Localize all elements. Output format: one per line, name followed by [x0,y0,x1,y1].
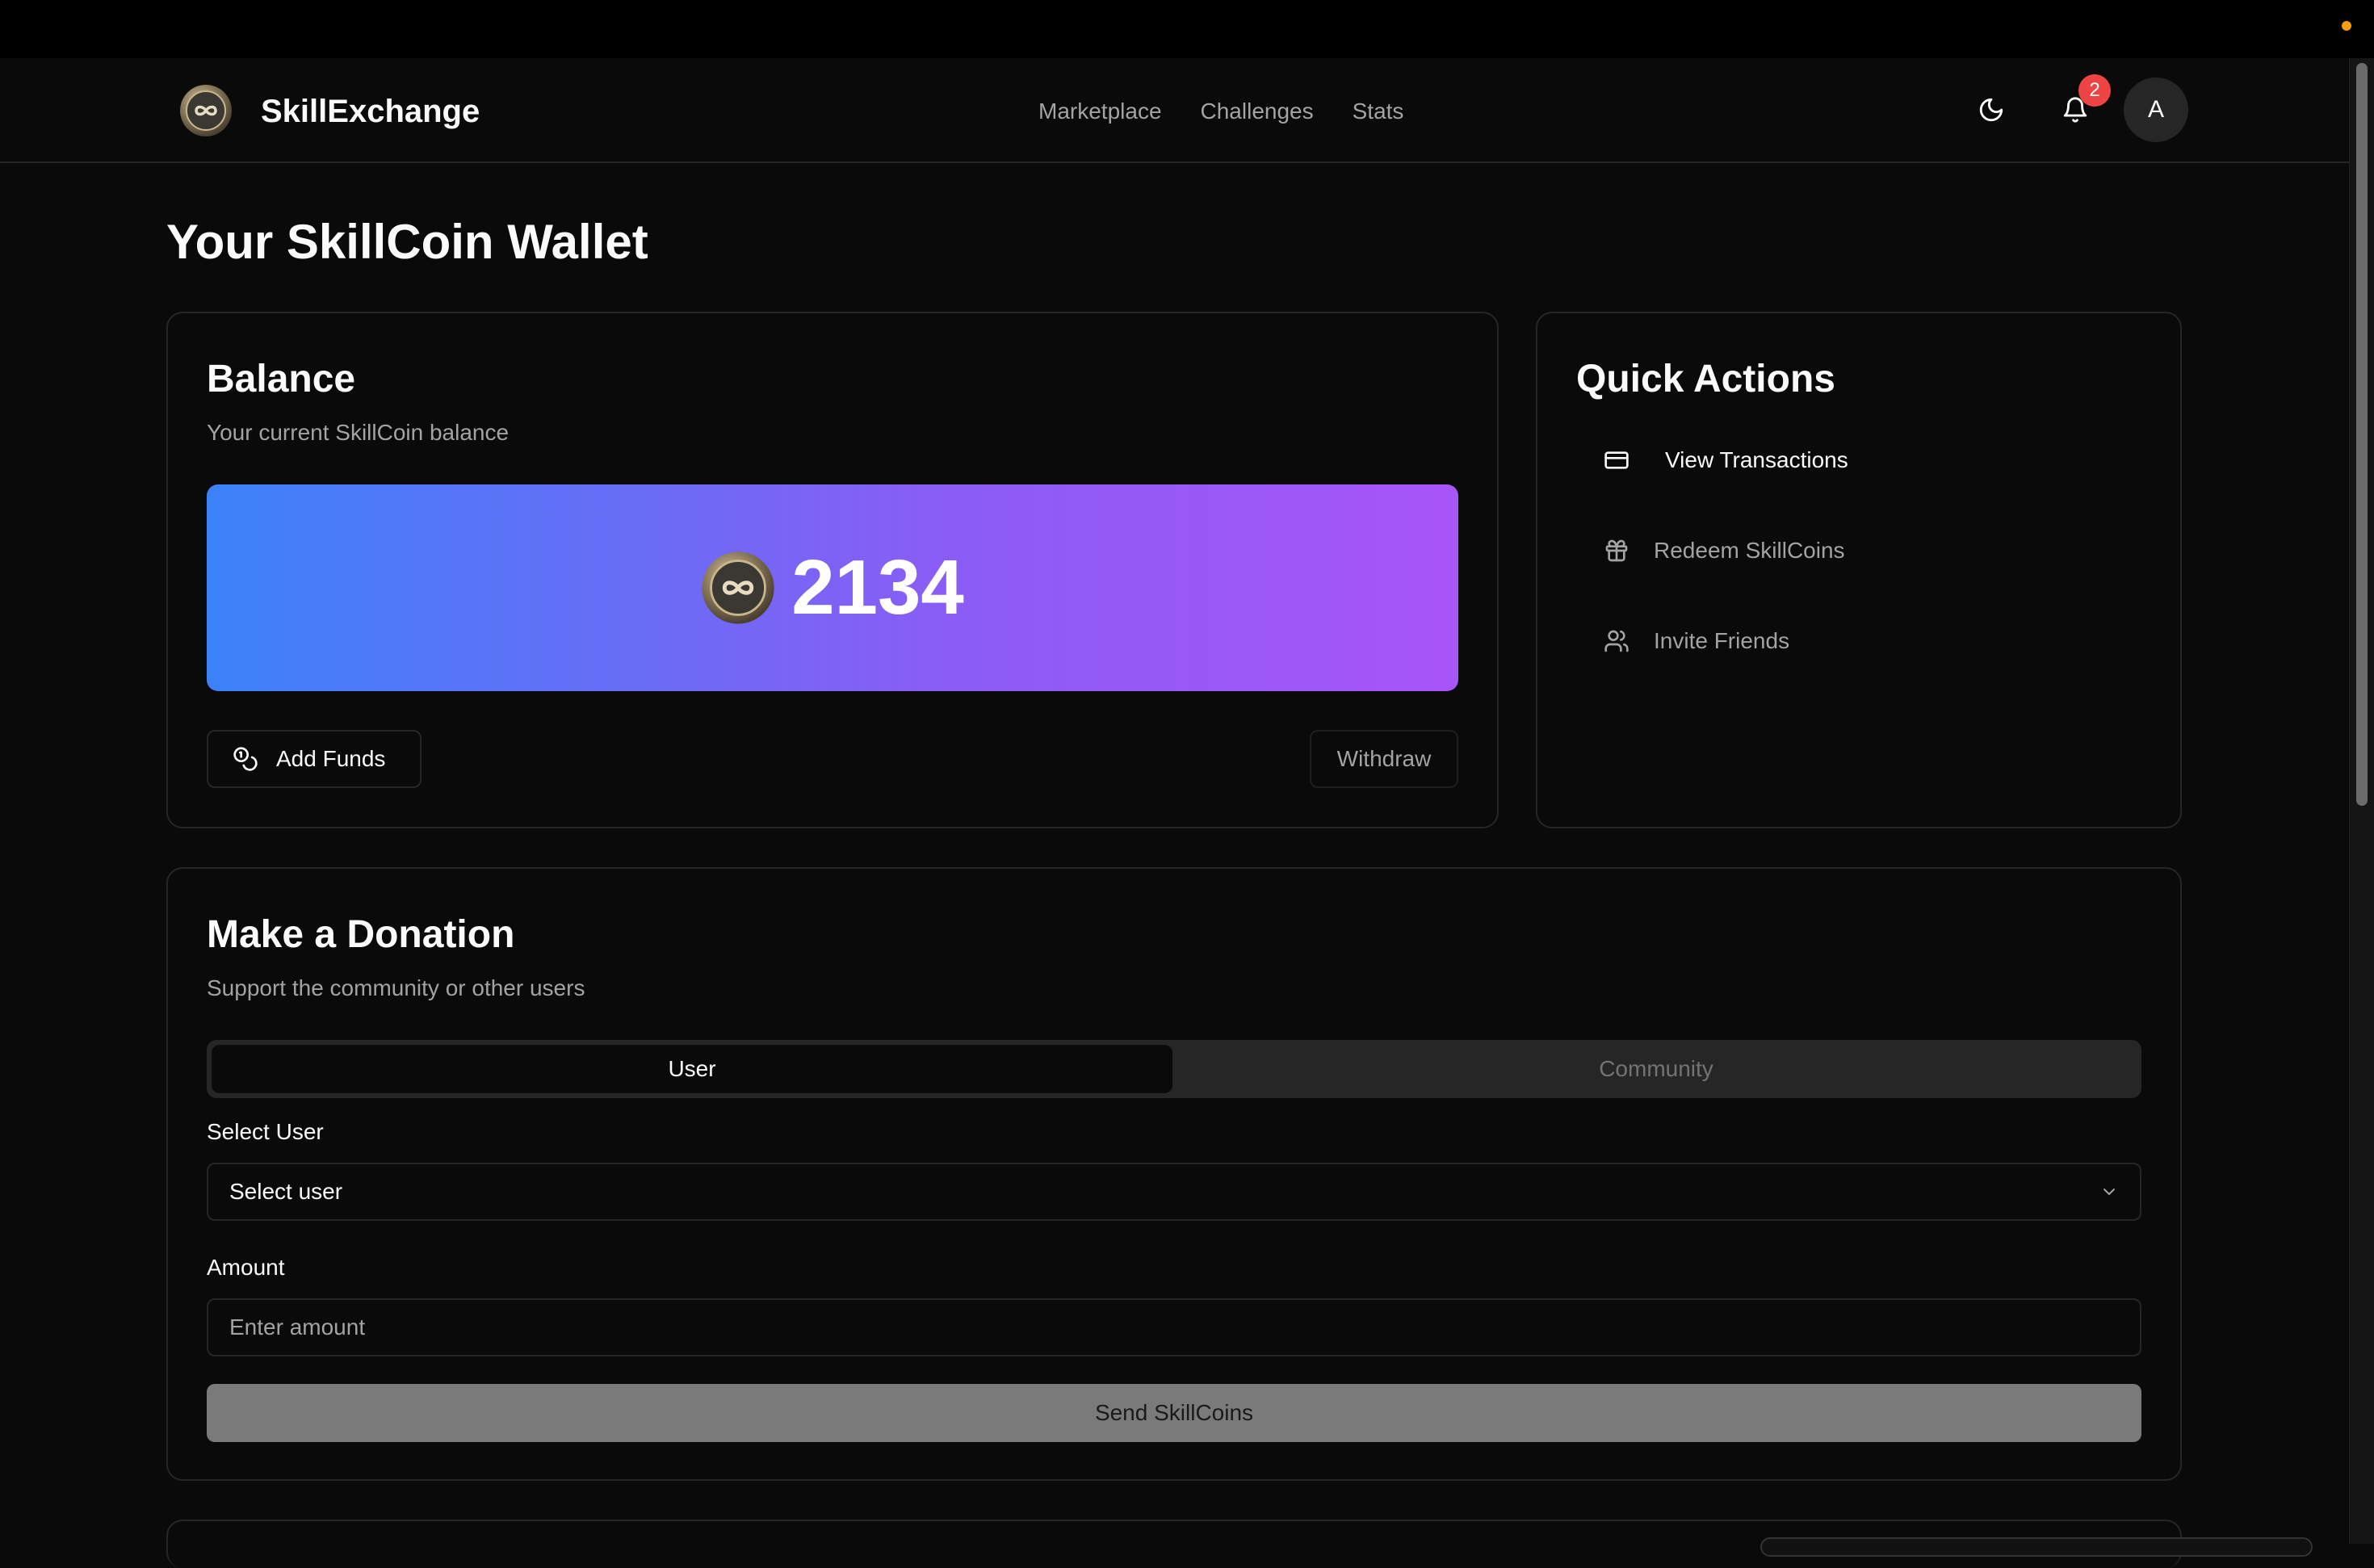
user-avatar[interactable]: A [2124,78,2188,142]
theme-toggle-button[interactable] [1962,81,2020,139]
window-top-bar [0,0,2374,58]
tab-user[interactable]: User [212,1045,1172,1093]
app-header: SkillExchange Marketplace Challenges Sta… [0,58,2350,163]
balance-title: Balance [207,358,356,400]
add-funds-label: Add Funds [276,746,386,771]
select-user-value: Select user [229,1179,343,1204]
redeem-skillcoins-button[interactable]: Redeem SkillCoins [1604,526,1845,575]
users-icon [1604,630,1629,652]
redeem-skillcoins-label: Redeem SkillCoins [1654,538,1845,563]
send-skillcoins-button[interactable]: Send SkillCoins [207,1384,2141,1442]
amount-label: Amount [207,1255,285,1280]
donation-card: Make a Donation Support the community or… [166,867,2182,1481]
view-transactions-button[interactable]: View Transactions [1604,436,1848,484]
brand-name[interactable]: SkillExchange [261,90,480,132]
floating-panel-edge [1760,1537,2313,1557]
page-scrollbar[interactable] [2349,58,2374,1544]
quick-actions-card: Quick Actions View Transactions Redeem S… [1536,312,2182,828]
balance-value: 2134 [791,544,964,631]
scrollbar-thumb[interactable] [2356,63,2368,806]
select-user-dropdown[interactable]: Select user [207,1163,2141,1221]
nav-item-marketplace[interactable]: Marketplace [1038,95,1162,128]
quick-actions-title: Quick Actions [1576,358,1835,400]
coins-icon [233,747,258,771]
chevron-down-icon [2103,1189,2115,1195]
gift-icon [1605,539,1628,562]
add-funds-button[interactable]: Add Funds [207,730,422,788]
main-nav: Marketplace Challenges Stats [1038,95,1403,128]
balance-banner: 2134 [207,484,1458,691]
donation-tabs: User Community [207,1040,2141,1098]
amount-input[interactable] [207,1298,2141,1356]
recording-indicator [2342,21,2351,31]
nav-item-stats[interactable]: Stats [1353,95,1404,128]
nav-item-challenges[interactable]: Challenges [1201,95,1314,128]
donation-description: Support the community or other users [207,975,585,1000]
balance-card: Balance Your current SkillCoin balance 2… [166,312,1499,828]
moon-icon [1979,98,2003,122]
invite-friends-button[interactable]: Invite Friends [1604,617,1789,665]
balance-description: Your current SkillCoin balance [207,420,510,445]
skillcoin-icon [702,551,774,624]
withdraw-button[interactable]: Withdraw [1310,730,1458,788]
donation-title: Make a Donation [207,913,515,956]
view-transactions-label: View Transactions [1665,447,1848,472]
skillcoin-logo-icon[interactable] [179,84,233,137]
invite-friends-label: Invite Friends [1654,628,1790,653]
withdraw-label: Withdraw [1336,746,1432,771]
select-user-label: Select User [207,1119,324,1144]
tab-community[interactable]: Community [1176,1045,2137,1093]
page-title: Your SkillCoin Wallet [166,215,648,269]
notification-badge: 2 [2078,74,2111,107]
credit-card-icon [1604,451,1629,469]
